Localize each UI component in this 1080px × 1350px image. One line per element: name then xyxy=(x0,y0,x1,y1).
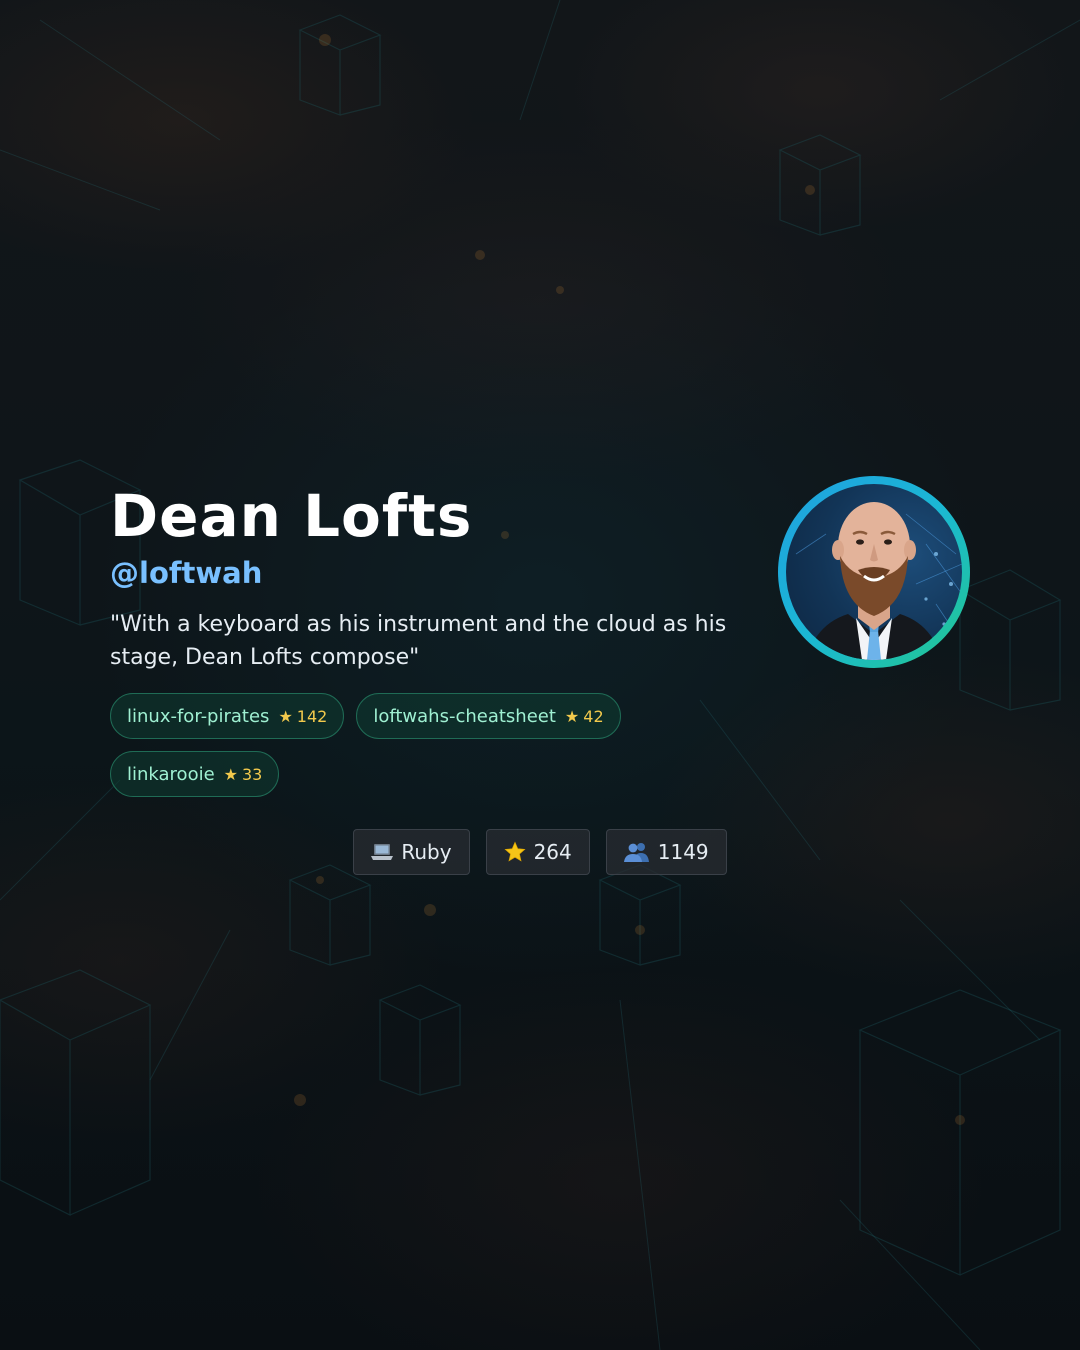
stat-followers-value: 1149 xyxy=(657,840,709,864)
laptop-icon xyxy=(371,843,394,861)
repo-stars: 42 xyxy=(583,706,604,726)
avatar-ring xyxy=(778,476,970,668)
star-icon xyxy=(504,841,526,863)
profile-card: Dean Lofts @loftwah "With a keyboard as … xyxy=(0,0,1080,1350)
repo-stars: 33 xyxy=(242,764,263,784)
stat-language: Ruby xyxy=(353,829,470,875)
repo-name: linkarooie xyxy=(127,763,215,785)
repo-name: loftwahs-cheatsheet xyxy=(373,705,556,727)
stat-followers: 1149 xyxy=(605,829,727,875)
repo-pill[interactable]: loftwahs-cheatsheet ★ 42 xyxy=(356,693,621,739)
star-icon: ★ xyxy=(564,706,580,726)
avatar-portrait xyxy=(795,502,962,660)
stat-stars: 264 xyxy=(485,829,590,875)
profile-handle-link[interactable]: @loftwah xyxy=(110,554,262,592)
profile-name: Dean Lofts xyxy=(110,482,473,550)
stat-language-value: Ruby xyxy=(401,840,452,864)
repo-star-count: ★ 33 xyxy=(224,765,263,784)
repo-star-count: ★ 142 xyxy=(278,707,327,726)
repo-pill[interactable]: linux-for-pirates ★ 142 xyxy=(110,693,345,739)
repo-star-count: ★ 42 xyxy=(565,707,604,726)
star-icon: ★ xyxy=(223,764,238,784)
profile-stats: Ruby 264 1149 xyxy=(0,829,1080,875)
star-icon: ★ xyxy=(278,706,293,726)
repo-name: linux-for-pirates xyxy=(127,705,270,727)
people-icon xyxy=(623,842,650,862)
pinned-repos: linux-for-pirates ★ 142 loftwahs-cheatsh… xyxy=(110,693,750,797)
stat-stars-value: 264 xyxy=(533,840,572,864)
avatar xyxy=(786,484,962,660)
profile-tagline: "With a keyboard as his instrument and t… xyxy=(110,612,727,670)
repo-stars: 142 xyxy=(296,706,328,726)
repo-pill[interactable]: linkarooie ★ 33 xyxy=(110,751,280,797)
